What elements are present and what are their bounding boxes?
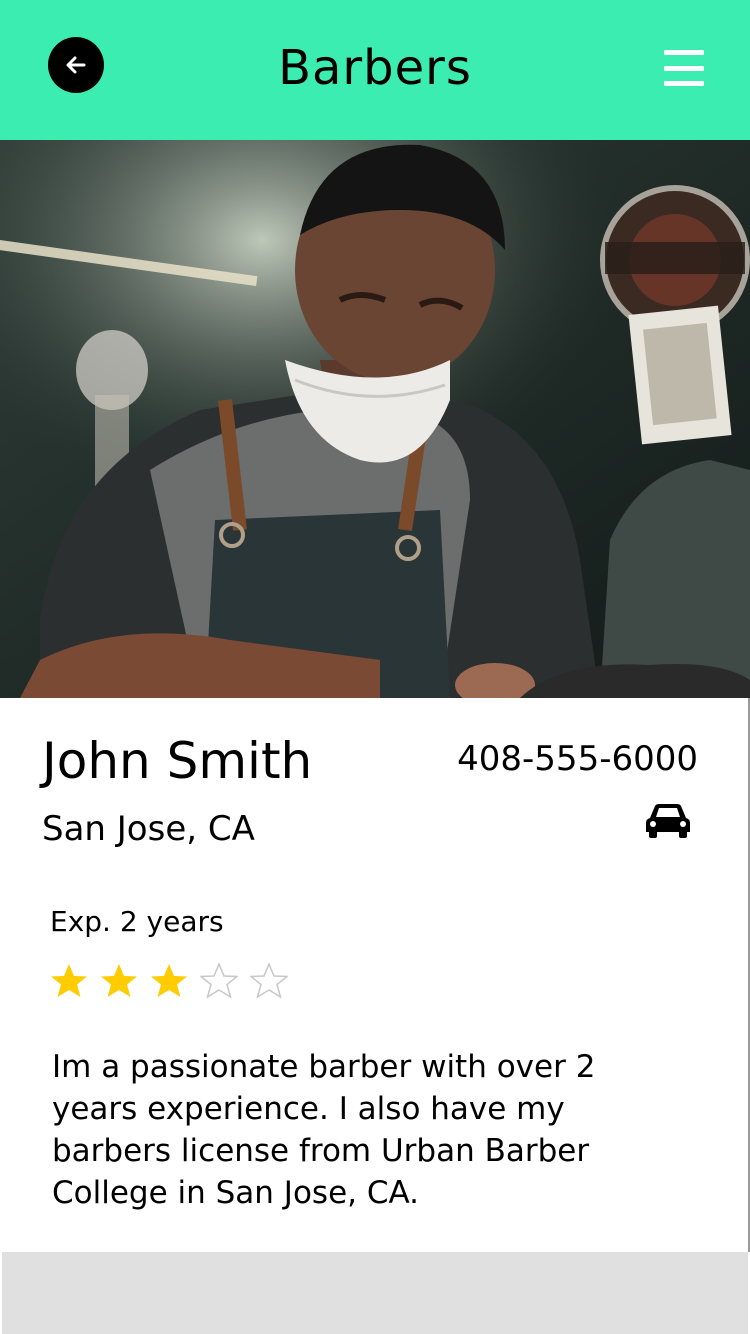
app-header: Barbers [0, 0, 750, 140]
page-title: Barbers [278, 40, 472, 96]
star-empty-icon [250, 962, 288, 999]
footer-bar [2, 1252, 748, 1334]
star-rating [50, 962, 288, 1000]
barber-location: San Jose, CA [42, 809, 255, 849]
barber-photo [0, 140, 750, 698]
barber-photo-illustration [0, 140, 750, 698]
menu-button[interactable] [664, 50, 704, 86]
barber-bio: Im a passionate barber with over 2 years… [52, 1049, 596, 1211]
phone-number[interactable]: 408-555-6000 [457, 738, 698, 780]
barber-name: John Smith [42, 732, 313, 790]
star-filled-icon [101, 964, 137, 997]
experience-label: Exp. 2 years [50, 905, 224, 938]
star-empty-icon [200, 962, 238, 999]
star-filled-icon [151, 964, 187, 997]
car-icon [644, 800, 692, 840]
hamburger-menu-icon [664, 50, 704, 55]
star-filled-icon [51, 964, 87, 997]
